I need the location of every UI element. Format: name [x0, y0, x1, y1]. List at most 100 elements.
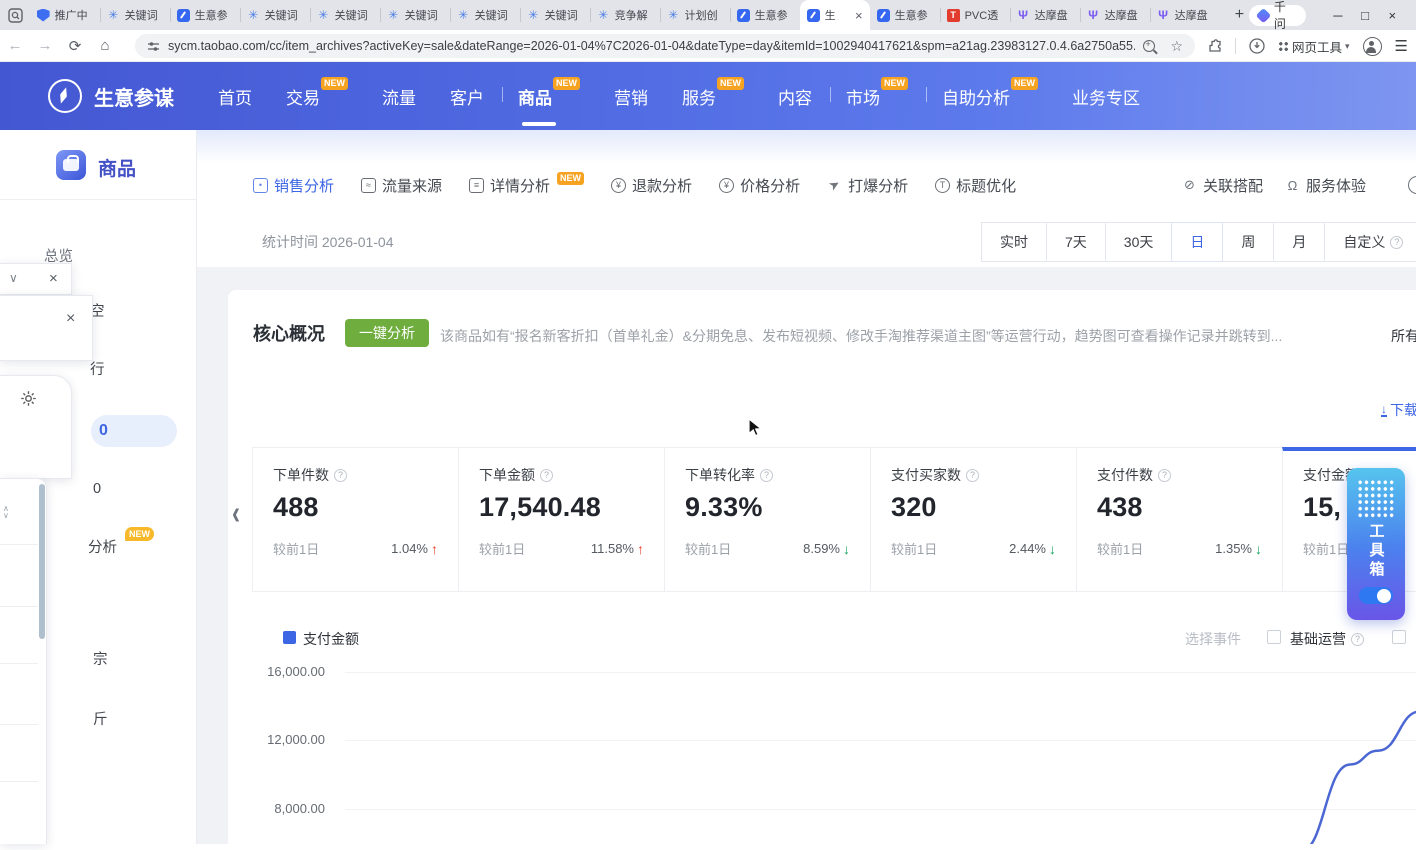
reload-button[interactable]: ⟳ [60, 37, 90, 55]
home-button[interactable]: ⌂ [90, 37, 120, 54]
profile-avatar[interactable] [1363, 37, 1382, 56]
gear-icon[interactable] [20, 390, 37, 412]
browser-tab[interactable]: 生意参 × [730, 0, 800, 30]
nav-item[interactable]: 商品NEW [518, 84, 580, 109]
analysis-tab[interactable]: 标题优化 [935, 175, 1016, 196]
analysis-tab[interactable]: 价格分析 [719, 175, 800, 196]
nav-item[interactable]: 营销 [614, 84, 648, 109]
analysis-tab[interactable]: 销售分析 [253, 175, 334, 196]
new-tab-button[interactable]: + [1230, 6, 1250, 24]
toolbox-toggle[interactable] [1359, 587, 1393, 604]
nav-item[interactable]: 自助分析NEW [942, 84, 1038, 109]
browser-tab[interactable]: 关键词 × [450, 0, 520, 30]
zoom-icon[interactable] [1143, 40, 1155, 52]
metric-card[interactable]: 下单件数? 488 较前1日 1.04% [252, 447, 459, 592]
browser-brand-button[interactable]: 千问 [1249, 5, 1306, 26]
sidebar-item-fragment[interactable]: 0 [99, 422, 108, 440]
forward-button[interactable]: → [30, 37, 60, 54]
all-actions-link[interactable]: 所有 [1391, 326, 1416, 346]
window-maximize-button[interactable]: □ [1351, 8, 1378, 23]
analysis-tab[interactable]: 详情分析 NEW [469, 175, 584, 196]
browser-tab[interactable]: 计划创 × [660, 0, 730, 30]
help-icon[interactable]: ? [540, 469, 553, 482]
browser-tab[interactable]: 关键词 × [380, 0, 450, 30]
event-checkbox-2[interactable] [1392, 630, 1406, 644]
meta-link[interactable]: 服务体验 [1285, 175, 1366, 196]
browser-tab[interactable]: 推广中 × [30, 0, 100, 30]
nav-item[interactable]: 流量 [382, 84, 416, 109]
scrollbar-thumb[interactable] [39, 484, 45, 639]
download-link[interactable]: ↓ 下载 [1381, 400, 1416, 420]
window-close-button[interactable]: × [1379, 8, 1406, 23]
nav-item[interactable]: 业务专区 [1072, 84, 1140, 109]
browser-tab[interactable]: 关键词 × [240, 0, 310, 30]
help-icon[interactable]: ? [1351, 633, 1364, 646]
help-icon[interactable]: ? [1158, 469, 1171, 482]
site-settings-icon[interactable] [147, 40, 160, 53]
date-range-button[interactable]: 月 ? [1273, 222, 1325, 262]
analysis-tab[interactable]: 退款分析 [611, 175, 692, 196]
browser-tab[interactable]: 生意参 × [870, 0, 940, 30]
extensions-puzzle-icon[interactable] [1208, 39, 1222, 53]
browser-tab[interactable]: 达摩盘 × [1080, 0, 1150, 30]
one-click-analyze-button[interactable]: 一键分析 [345, 319, 429, 347]
nav-item[interactable]: 市场NEW [846, 84, 908, 109]
floating-panel-list[interactable]: ∧∨ [0, 478, 47, 844]
date-range-button[interactable]: 7天 ? [1046, 222, 1106, 262]
brand-name[interactable]: 生意参谋 [94, 82, 174, 111]
address-bar[interactable]: sycm.taobao.com/cc/item_archives?activeK… [135, 34, 1195, 58]
browser-tab[interactable]: 生 × [800, 0, 870, 30]
nav-item[interactable]: 客户 [450, 84, 484, 109]
browser-tab[interactable]: 关键词 × [310, 0, 380, 30]
browser-menu-icon[interactable]: ☰ [1395, 37, 1408, 55]
nav-item[interactable]: 首页 [218, 84, 252, 109]
date-range-button[interactable]: 日 ? [1171, 222, 1223, 262]
metric-card[interactable]: 下单转化率? 9.33% 较前1日 8.59% [664, 447, 871, 592]
floating-panel-small[interactable]: ∨ × [0, 263, 72, 295]
web-tools-button[interactable]: 网页工具 ▾ [1278, 37, 1350, 56]
sidebar-item-fragment[interactable]: 宗 [93, 648, 108, 669]
close-icon[interactable]: × [49, 270, 58, 287]
metric-card[interactable]: 支付件数? 438 较前1日 1.35% [1076, 447, 1283, 592]
sidebar-item-fragment[interactable]: 分析NEW [88, 536, 117, 557]
collapse-chevron-icon[interactable]: ∨ [9, 271, 18, 285]
help-icon[interactable]: ? [334, 469, 347, 482]
metric-card[interactable]: 下单金额? 17,540.48 较前1日 11.58% [458, 447, 665, 592]
window-minimize-button[interactable]: ─ [1324, 8, 1351, 23]
sort-chevrons-icon[interactable]: ∧∨ [3, 505, 9, 519]
help-icon[interactable]: ? [1390, 236, 1403, 249]
nav-item[interactable]: 服务NEW [682, 84, 744, 109]
browser-tab[interactable]: 达摩盘 × [1150, 0, 1220, 30]
analysis-tab[interactable]: 流量来源 [361, 175, 442, 196]
browser-tab[interactable]: 达摩盘 × [1010, 0, 1080, 30]
nav-item[interactable]: 交易NEW [286, 84, 348, 109]
date-range-button[interactable]: 30天 ? [1105, 222, 1173, 262]
browser-tab[interactable]: PVC透 × [940, 0, 1010, 30]
event-checkbox[interactable] [1267, 630, 1281, 644]
sidebar-item-fragment[interactable]: 0 [93, 481, 101, 497]
browser-tab[interactable]: 竞争解 × [590, 0, 660, 30]
help-icon[interactable]: ? [966, 469, 979, 482]
date-range-button[interactable]: 自定义 ? [1324, 222, 1416, 262]
download-icon[interactable] [1249, 38, 1265, 54]
browser-tab[interactable]: 生意参 × [170, 0, 240, 30]
toolbox-widget[interactable]: 工具箱 [1347, 468, 1405, 620]
date-range-button[interactable]: 实时 ? [981, 222, 1047, 262]
tab-search-icon[interactable] [6, 5, 26, 25]
meta-link[interactable]: 关联搭配 [1182, 175, 1263, 196]
analysis-tab[interactable]: 打爆分析 [827, 175, 908, 196]
nav-item[interactable]: 内容 [778, 84, 812, 109]
help-icon[interactable]: ? [760, 469, 773, 482]
clipped-icon[interactable] [1408, 176, 1416, 194]
sidebar-item-fragment[interactable]: 行 [90, 358, 105, 379]
floating-panel[interactable]: × [0, 295, 93, 361]
sidebar-item-fragment[interactable]: 斤 [93, 708, 108, 729]
metric-card[interactable]: 支付买家数? 320 较前1日 2.44% [870, 447, 1077, 592]
close-icon[interactable]: × [66, 310, 75, 328]
browser-tab[interactable]: 关键词 × [100, 0, 170, 30]
bookmark-star-icon[interactable]: ☆ [1170, 38, 1183, 55]
tab-close-icon[interactable]: × [855, 8, 863, 23]
carousel-prev-arrow[interactable]: ‹ [232, 494, 240, 533]
floating-panel-settings[interactable] [0, 375, 72, 479]
browser-tab[interactable]: 关键词 × [520, 0, 590, 30]
